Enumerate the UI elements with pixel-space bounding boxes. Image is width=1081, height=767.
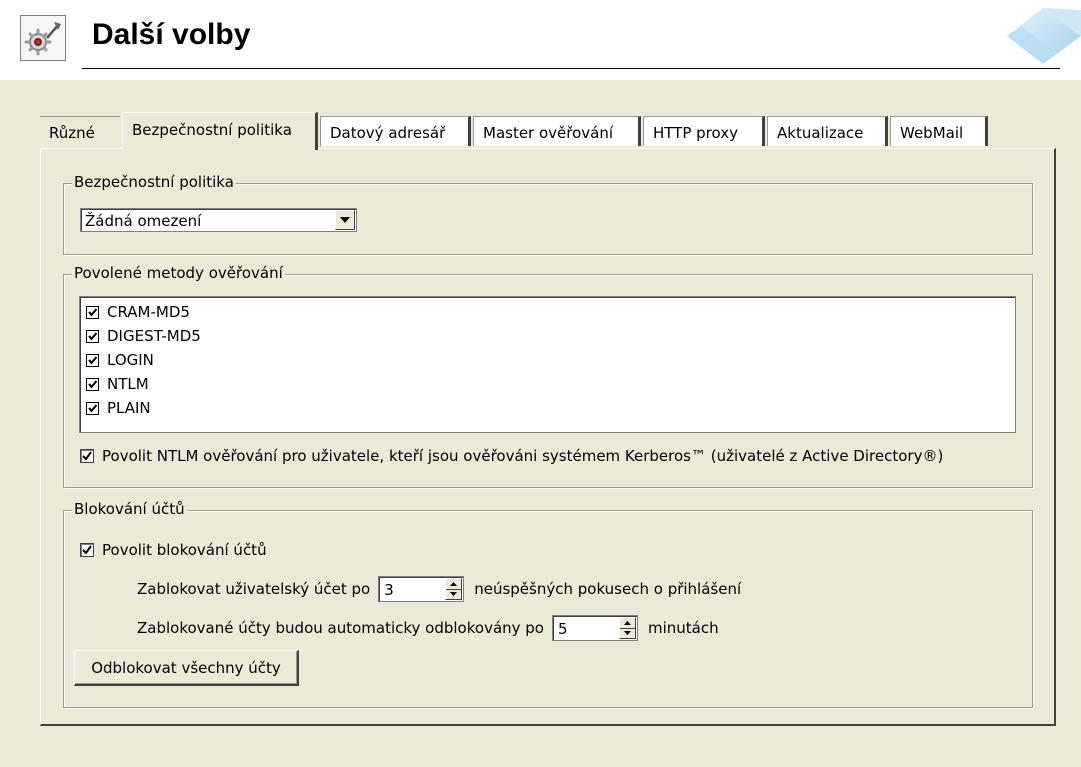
security-policy-legend: Bezpečnostní politika [72, 173, 236, 191]
chevron-down-icon[interactable] [335, 210, 355, 230]
settings-tools-icon [20, 15, 66, 61]
checkbox-checked-icon[interactable] [86, 305, 99, 319]
page-header: Další volby [0, 0, 1081, 80]
tab-aktualizace[interactable]: Aktualizace [767, 116, 888, 146]
lock-after-row: Zablokovat uživatelský účet po 3 neúspěš… [137, 576, 741, 602]
auth-methods-list[interactable]: CRAM-MD5 DIGEST-MD5 LOGIN NTLM PLAIN [79, 296, 1016, 433]
checkbox-checked-icon[interactable] [80, 543, 94, 557]
enable-lockout-label: Povolit blokování účtů [102, 541, 267, 559]
tab-panel: Bezpečnostní politika Žádná omezení Povo… [40, 148, 1056, 726]
unlock-all-button[interactable]: Odblokovat všechny účty [74, 650, 299, 686]
list-item[interactable]: NTLM [86, 373, 149, 395]
lock-after-suffix: neúspěšných pokusech o přihlášení [474, 580, 742, 598]
lock-after-value: 3 [384, 581, 394, 599]
checkbox-checked-icon[interactable] [86, 329, 99, 343]
checkbox-checked-icon[interactable] [86, 353, 99, 367]
tab-datovy-adresar[interactable]: Datový adresář [320, 116, 471, 146]
unlock-after-suffix: minutách [648, 619, 719, 637]
brand-logo [1007, 8, 1081, 64]
unlock-after-stepper[interactable]: 5 [552, 615, 638, 641]
tab-http-proxy[interactable]: HTTP proxy [643, 116, 765, 146]
method-label: DIGEST-MD5 [107, 327, 201, 345]
ntlm-kerberos-checkbox[interactable]: Povolit NTLM ověřování pro uživatele, kt… [80, 447, 943, 465]
lock-after-prefix: Zablokovat uživatelský účet po [137, 580, 371, 598]
unlock-after-value: 5 [558, 620, 568, 638]
spin-arrows-icon[interactable] [619, 617, 636, 639]
method-label: CRAM-MD5 [107, 303, 190, 321]
list-item[interactable]: CRAM-MD5 [86, 301, 190, 323]
spin-arrows-icon[interactable] [445, 578, 463, 600]
checkbox-checked-icon[interactable] [86, 401, 99, 415]
tab-ruzne[interactable]: Různé [40, 116, 120, 146]
unlock-after-row: Zablokované účty budou automaticky odblo… [137, 615, 719, 641]
tab-webmail[interactable]: WebMail [890, 116, 988, 146]
list-item[interactable]: DIGEST-MD5 [86, 325, 201, 347]
header-divider [82, 68, 1060, 69]
auth-methods-legend: Povolené metody ověřování [72, 264, 285, 282]
account-lockout-group: Blokování účtů Povolit blokování účtů Za… [63, 500, 1033, 708]
ntlm-kerberos-label: Povolit NTLM ověřování pro uživatele, kt… [102, 447, 944, 465]
tab-master-overovani[interactable]: Master ověřování [473, 116, 641, 146]
unlock-after-prefix: Zablokované účty budou automaticky odblo… [137, 619, 544, 637]
method-label: LOGIN [107, 351, 154, 369]
checkbox-checked-icon[interactable] [80, 449, 94, 463]
checkbox-checked-icon[interactable] [86, 377, 99, 391]
security-policy-group: Bezpečnostní politika Žádná omezení [63, 173, 1033, 255]
tab-bezpecnostni-politika[interactable]: Bezpečnostní politika [122, 112, 318, 150]
method-label: PLAIN [107, 399, 151, 417]
list-item[interactable]: PLAIN [86, 397, 151, 419]
security-policy-select[interactable]: Žádná omezení [80, 208, 357, 232]
list-item[interactable]: LOGIN [86, 349, 154, 371]
page-title: Další volby [92, 18, 251, 51]
account-lockout-legend: Blokování účtů [72, 500, 187, 518]
method-label: NTLM [107, 375, 149, 393]
security-policy-value: Žádná omezení [85, 212, 202, 230]
enable-lockout-checkbox[interactable]: Povolit blokování účtů [80, 541, 267, 559]
auth-methods-group: Povolené metody ověřování CRAM-MD5 DIGES… [63, 264, 1033, 488]
lock-after-stepper[interactable]: 3 [378, 576, 465, 602]
